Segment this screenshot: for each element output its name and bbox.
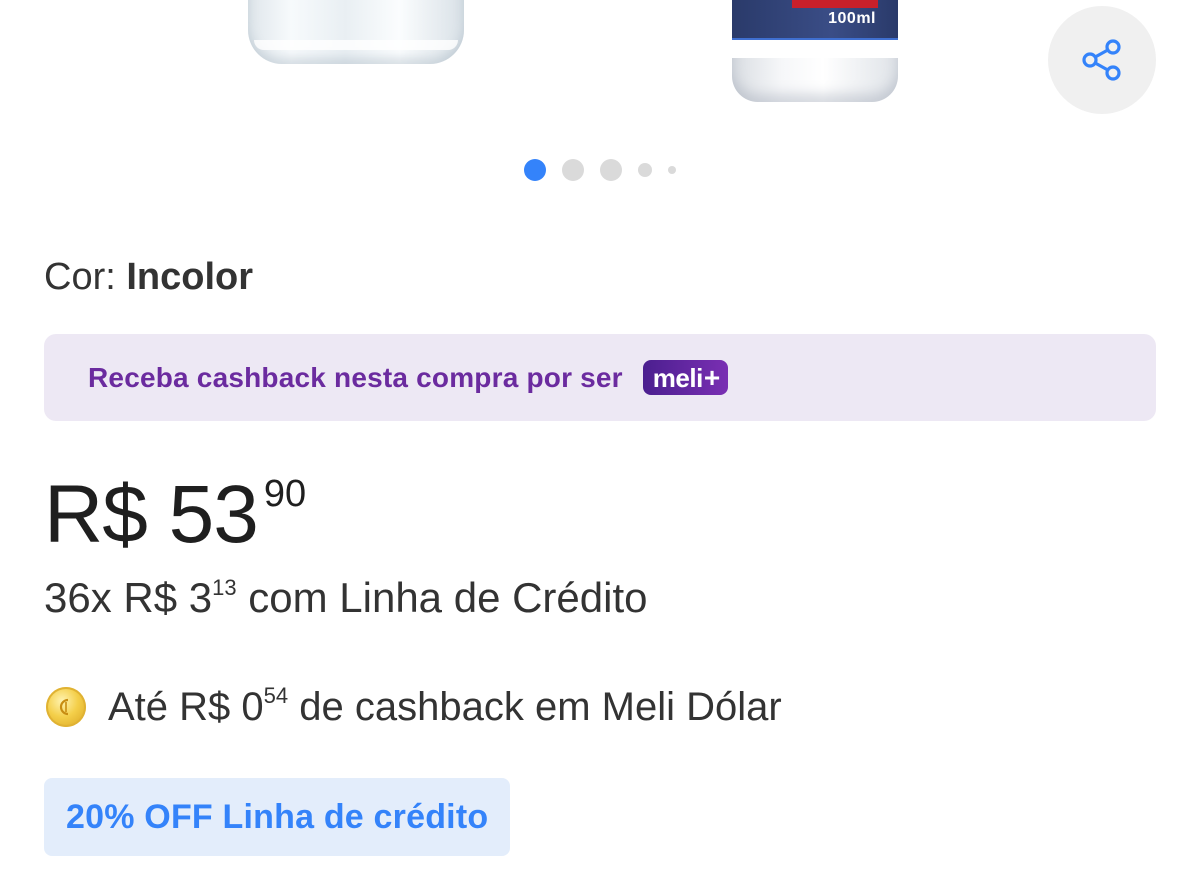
installments-prefix: 36x R$ 3	[44, 574, 213, 621]
share-button[interactable]	[1048, 6, 1156, 114]
cashback-prefix: Até R$ 0	[108, 684, 264, 729]
gallery-pagination	[0, 158, 1200, 182]
product-price: R$ 53 90	[44, 470, 306, 560]
product-image-white-bottle[interactable]: 100ml	[732, 0, 898, 102]
cashback-suffix: de cashback em Meli Dólar	[288, 684, 782, 729]
installments-cents: 13	[212, 575, 237, 600]
meli-plus-logo: meli +	[642, 360, 729, 395]
variant-color-label: Cor:	[44, 256, 116, 298]
price-cents: 90	[263, 473, 307, 515]
bottle-label-stripe	[792, 0, 878, 8]
cashback-cents: 54	[263, 683, 289, 709]
pagination-dot[interactable]	[638, 163, 652, 177]
coin-symbol	[59, 698, 69, 716]
pagination-dot[interactable]	[562, 159, 584, 181]
pagination-dot[interactable]	[524, 159, 546, 181]
bottle-volume-text: 100ml	[828, 10, 876, 27]
meli-plus-logo-word: meli	[652, 362, 704, 393]
meli-plus-banner-text: Receba cashback nesta compra por ser	[88, 361, 623, 393]
bottle-label-lower	[732, 38, 898, 58]
variant-color: Cor: Incolor	[44, 256, 253, 299]
share-icon	[1082, 39, 1121, 81]
product-image-clear-bottle[interactable]	[248, 0, 464, 64]
price-amount: R$ 53	[44, 469, 259, 560]
meli-dolar-cashback: Até R$ 054 de cashback em Meli Dólar	[46, 680, 782, 734]
discount-tag-text: 20% OFF Linha de crédito	[66, 797, 489, 836]
variant-color-value: Incolor	[126, 256, 254, 298]
pagination-dot[interactable]	[668, 166, 676, 174]
cashback-text: Até R$ 054 de cashback em Meli Dólar	[108, 685, 782, 730]
coin-icon	[46, 687, 86, 727]
credit-line-discount-tag[interactable]: 20% OFF Linha de crédito	[44, 778, 511, 856]
meli-plus-cashback-banner[interactable]: Receba cashback nesta compra por ser mel…	[44, 334, 1156, 421]
installments-suffix: com Linha de Crédito	[236, 574, 648, 621]
pagination-dot[interactable]	[600, 159, 622, 181]
meli-plus-logo-plus: +	[703, 361, 721, 393]
installments-info[interactable]: 36x R$ 313 com Linha de Crédito	[44, 574, 648, 622]
